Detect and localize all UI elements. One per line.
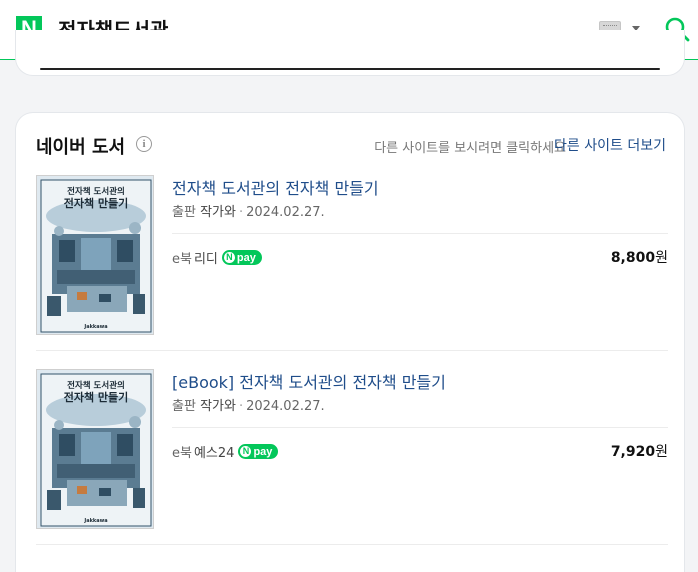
cover-title-line-2: 전자책 만들기 <box>64 196 129 210</box>
publisher-name: 작가와 <box>200 205 236 220</box>
book-cover-image[interactable]: 전자책 도서관의 전자책 만들기 Jakkawa <box>36 369 154 529</box>
meta-separator: · <box>238 399 244 414</box>
price-currency: 원 <box>655 444 668 460</box>
npay-badge: Npay <box>238 444 279 459</box>
divider <box>172 233 668 234</box>
cover-title-line-2: 전자책 만들기 <box>64 390 129 404</box>
book-price: 7,920원 <box>611 441 668 461</box>
book-meta: 출판 작가와 · 2024.02.27. <box>172 201 325 220</box>
book-price: 8,800원 <box>611 247 668 267</box>
book-title-link[interactable]: [eBook] 전자책 도서관의 전자책 만들기 <box>172 369 446 393</box>
scroll-indicator <box>40 68 660 70</box>
format-label: e북 <box>172 252 192 267</box>
store-name: 리디 <box>193 252 218 267</box>
more-sites-link[interactable]: 다른 사이트 더보기 <box>554 135 666 155</box>
info-circle-icon[interactable]: i <box>136 136 152 152</box>
store-name: 예스24 <box>193 446 235 461</box>
section-title: 네이버 도서 <box>36 137 126 158</box>
divider <box>172 427 668 428</box>
naver-books-card: 네이버 도서 i 다른 사이트를 보시려면 클릭하세요 다른 사이트 더보기 전… <box>15 112 685 572</box>
npay-label: pay <box>253 445 273 458</box>
meta-separator: · <box>238 205 244 220</box>
cover-title-line-1: 전자책 도서관의 <box>67 186 125 197</box>
npay-label: pay <box>236 251 256 264</box>
price-value: 8,800 <box>610 250 656 266</box>
npay-n-icon: N <box>240 446 252 457</box>
format-label: e북 <box>172 446 192 461</box>
book-meta: 출판 작가와 · 2024.02.27. <box>172 395 325 414</box>
previous-section-card <box>15 30 685 76</box>
pub-label: 출판 <box>172 205 196 220</box>
price-currency: 원 <box>655 250 668 266</box>
price-value: 7,920 <box>610 444 656 460</box>
pub-label: 출판 <box>172 399 196 414</box>
book-cover-image[interactable]: 전자책 도서관의 전자책 만들기 Jakkawa <box>36 175 154 335</box>
book-item: 전자책 도서관의 전자책 만들기 Jakkawa [eBook] 전자책 도서관… <box>36 369 668 545</box>
book-item: 전자책 도서관의 전자책 만들기 Jakkawa 전자책 도서관의 전자책 만들… <box>36 175 668 351</box>
book-title-link[interactable]: 전자책 도서관의 전자책 만들기 <box>172 175 379 199</box>
other-sites-guide: 다른 사이트를 보시려면 클릭하세요 <box>374 141 566 156</box>
publish-date: 2024.02.27. <box>246 205 325 220</box>
cover-title-line-1: 전자책 도서관의 <box>67 380 125 391</box>
store-info[interactable]: e북 예스24 Npay <box>172 442 279 461</box>
publisher-name: 작가와 <box>200 399 236 414</box>
npay-n-icon: N <box>223 252 235 263</box>
publish-date: 2024.02.27. <box>246 399 325 414</box>
store-info[interactable]: e북 리디 Npay <box>172 248 262 267</box>
npay-badge: Npay <box>221 250 262 265</box>
cover-publisher: Jakkawa <box>83 324 107 330</box>
cover-publisher: Jakkawa <box>83 518 107 524</box>
